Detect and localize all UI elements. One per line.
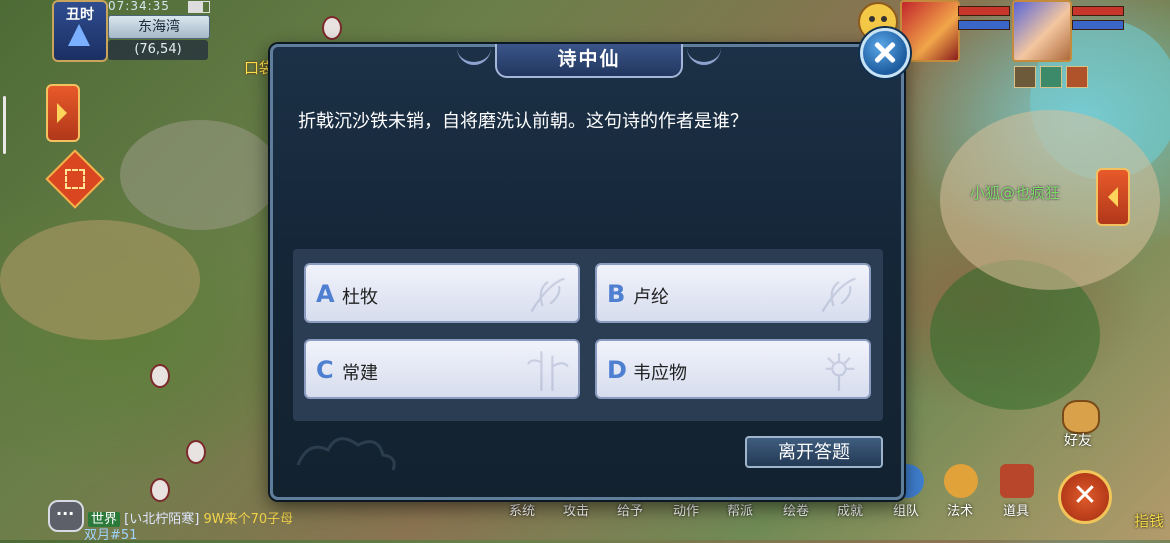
chat-bar[interactable]: 世界 [い北柠陌寒] 9W来个70子母 双月#51	[48, 500, 348, 543]
answer-b-button[interactable]: B 卢纶	[595, 263, 871, 323]
player-name[interactable]: 小狐@也疯狂	[970, 182, 1060, 203]
answer-a-text: 杜牧	[342, 287, 378, 308]
pet-mp-bar	[958, 20, 1010, 30]
answers-panel: A 杜牧 B 卢纶 C 常建 D 韦应物	[293, 249, 883, 421]
orchid-icon	[821, 277, 856, 313]
chat-second-line: 双月#51	[84, 528, 138, 543]
hud-time-panel: 丑时 07:34:35 东海湾 (76,54)	[52, 0, 210, 62]
dialog-title: 诗中仙	[457, 44, 721, 78]
answer-c-text: 常建	[342, 363, 378, 384]
fullscreen-toggle-icon[interactable]	[45, 149, 105, 209]
buff-sword-icon[interactable]	[1066, 66, 1088, 88]
dialog-title-text: 诗中仙	[557, 48, 621, 70]
chrysanthemum-icon	[825, 353, 855, 391]
scene-stairs	[0, 220, 200, 340]
menu-action-label: 动作	[672, 504, 699, 519]
moon-icon	[68, 24, 90, 46]
bell-icon	[944, 464, 978, 498]
menu-system-label: 系统	[508, 504, 535, 519]
answer-d-button[interactable]: D 韦应物	[595, 339, 871, 399]
potion-icon	[150, 364, 170, 388]
handshake-icon[interactable]	[1062, 400, 1100, 434]
cloud-ornament	[296, 437, 396, 471]
chat-text: 9W来个70子母	[203, 512, 294, 527]
map-name[interactable]: 东海湾	[108, 15, 210, 39]
answer-b-letter: B	[607, 280, 626, 308]
buff-wind-icon[interactable]	[1040, 66, 1062, 88]
chat-bubble-icon[interactable]	[48, 500, 84, 532]
answer-d-text: 韦应物	[633, 363, 687, 384]
close-menu-button[interactable]: ✕	[1058, 470, 1112, 524]
player-hp-bar	[1072, 6, 1124, 16]
clock: 07:34:35	[108, 0, 170, 13]
answer-b-text: 卢纶	[633, 287, 669, 308]
pet-hp-bar	[958, 6, 1010, 16]
potion-icon	[150, 478, 170, 502]
title-ornament-left	[457, 48, 491, 65]
quiz-dialog: 诗中仙 折戟沉沙铁未销，自将磨洗认前朝。这句诗的作者是谁？ A 杜牧 B 卢纶 …	[270, 44, 904, 500]
player-portrait[interactable]	[1012, 0, 1072, 62]
battery-icon	[188, 1, 210, 13]
answer-d-letter: D	[607, 356, 627, 384]
time-badge[interactable]: 丑时	[52, 0, 108, 62]
leave-quiz-button[interactable]: 离开答题	[745, 436, 883, 468]
menu-give-label: 给予	[616, 504, 643, 519]
answer-a-button[interactable]: A 杜牧	[304, 263, 580, 323]
offscreen-label: 指钱	[1134, 512, 1165, 530]
scrollbar[interactable]	[3, 96, 6, 154]
player-mp-bar	[1072, 20, 1124, 30]
answer-a-letter: A	[316, 280, 335, 308]
treasure-chest-icon	[1000, 464, 1034, 498]
menu-skill-label: 法术	[946, 504, 973, 519]
expand-left-panel-arrow-icon[interactable]	[46, 84, 80, 142]
orchid-icon	[530, 277, 565, 313]
potion-icon	[322, 16, 342, 40]
potion-icon	[186, 440, 206, 464]
scene-rock	[120, 120, 280, 230]
menu-achievement-label: 成就	[836, 504, 863, 519]
coordinates: (76,54)	[108, 40, 208, 60]
bamboo-icon	[527, 351, 569, 391]
title-ornament-right	[687, 48, 721, 65]
friend-label[interactable]: 好友	[1064, 430, 1092, 450]
buff-shield-icon[interactable]	[1014, 66, 1036, 88]
menu-guild-label: 帮派	[726, 504, 753, 519]
answer-c-letter: C	[316, 356, 334, 384]
quiz-question: 折戟沉沙铁未销，自将磨洗认前朝。这句诗的作者是谁？	[298, 111, 748, 132]
menu-items-label: 道具	[1002, 504, 1029, 519]
expand-right-panel-arrow-icon[interactable]	[1096, 168, 1130, 226]
time-badge-label: 丑时	[66, 7, 94, 23]
menu-scroll-label: 绘卷	[782, 504, 809, 519]
menu-attack-label: 攻击	[562, 504, 589, 519]
close-icon[interactable]	[860, 28, 910, 78]
answer-c-button[interactable]: C 常建	[304, 339, 580, 399]
menu-team-label: 组队	[892, 504, 919, 519]
